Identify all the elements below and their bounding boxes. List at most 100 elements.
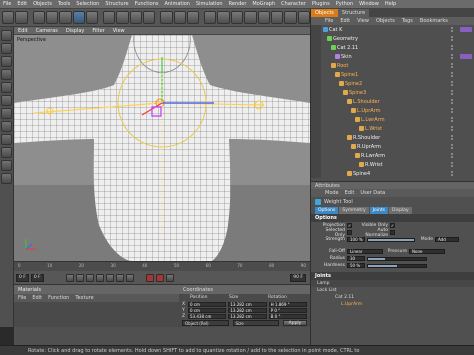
viewport-menu-edit[interactable]: Edit [18, 28, 28, 34]
goto-start-icon[interactable] [65, 273, 74, 282]
cube-icon[interactable] [204, 11, 217, 24]
radius-field[interactable]: 30 [347, 256, 365, 261]
lock-workplane-icon[interactable] [1, 173, 12, 184]
apply-button[interactable]: Apply [283, 320, 307, 326]
visibility-dots-icon[interactable] [451, 162, 453, 167]
nurbs-icon[interactable] [230, 11, 244, 24]
attr-menu-mode[interactable]: Mode [325, 190, 339, 196]
visibility-dots-icon[interactable] [451, 108, 453, 113]
rotation-p-field[interactable]: P 0 ° [268, 307, 307, 313]
menu-functions[interactable]: Functions [135, 1, 159, 7]
object-row[interactable]: Spine1 [311, 70, 474, 79]
lock-list-item[interactable]: Cat 2.11 [335, 295, 354, 300]
strength-field[interactable]: 100 % [347, 237, 365, 242]
render-view-icon[interactable] [160, 11, 173, 24]
object-name[interactable]: L.Shoulder [353, 99, 380, 105]
viewport-menu-display[interactable]: Display [66, 28, 84, 34]
visibility-dots-icon[interactable] [451, 99, 453, 104]
materials-menu-function[interactable]: Function [48, 295, 69, 301]
menu-edit[interactable]: Edit [17, 1, 27, 7]
object-name[interactable]: R.LwrArm [361, 153, 385, 159]
visibility-dots-icon[interactable] [451, 135, 453, 140]
object-row[interactable]: Root [311, 61, 474, 70]
visibility-dots-icon[interactable] [451, 54, 453, 59]
selected-only-checkbox[interactable] [347, 230, 352, 235]
position-x-field[interactable]: 0 cm [188, 301, 227, 307]
x-axis-icon[interactable] [103, 11, 116, 24]
deformer-icon[interactable] [257, 11, 270, 24]
om-menu-tags[interactable]: Tags [402, 18, 413, 24]
object-row[interactable]: Spine4 [311, 169, 474, 178]
end-frame-field[interactable]: 90 F [290, 273, 306, 282]
object-name[interactable]: L.LwrArm [361, 117, 385, 123]
auto-normalize-checkbox[interactable] [390, 230, 395, 235]
object-row[interactable]: R.Shoulder [311, 133, 474, 142]
spline-pen-icon[interactable] [217, 11, 230, 24]
object-row[interactable]: L.Shoulder [311, 97, 474, 106]
object-row[interactable]: R.Wrist [311, 160, 474, 169]
prev-frame-icon[interactable] [85, 273, 94, 282]
visibility-dots-icon[interactable] [451, 126, 453, 131]
materials-panel[interactable]: File Edit Function Texture [14, 294, 179, 327]
visibility-dots-icon[interactable] [451, 171, 453, 176]
goto-end-icon[interactable] [125, 273, 134, 282]
object-name[interactable]: Spine2 [345, 81, 362, 87]
options-section[interactable]: Options [311, 214, 474, 222]
om-menu-view[interactable]: View [357, 18, 369, 24]
live-select-icon[interactable] [32, 11, 45, 24]
pressure-select[interactable]: None [409, 249, 445, 254]
strength-slider[interactable] [367, 237, 415, 242]
object-name[interactable]: R.Shoulder [353, 135, 380, 141]
autokey-icon[interactable] [155, 273, 164, 282]
edges-mode-icon[interactable] [1, 95, 12, 106]
render-picture-viewer-icon[interactable] [173, 11, 186, 24]
snap-icon[interactable] [1, 147, 12, 158]
object-tag-icon[interactable] [460, 27, 472, 32]
mode-select[interactable]: Add [435, 237, 459, 242]
viewport-menu-filter[interactable]: Filter [92, 28, 104, 34]
visibility-dots-icon[interactable] [451, 117, 453, 122]
object-row[interactable]: L.LwrArm [311, 115, 474, 124]
make-editable-icon[interactable] [1, 30, 12, 41]
object-row[interactable]: Cat K [311, 25, 474, 34]
visibility-dots-icon[interactable] [451, 153, 453, 158]
menu-selection[interactable]: Selection [76, 1, 99, 7]
tab-objects[interactable]: Objects [311, 9, 338, 17]
prev-key-icon[interactable] [75, 273, 84, 282]
radius-slider[interactable] [367, 256, 427, 261]
object-tag-icon[interactable] [460, 54, 472, 59]
joints-section[interactable]: Joints [311, 272, 474, 280]
om-menu-file[interactable]: File [325, 18, 333, 24]
om-menu-bookmarks[interactable]: Bookmarks [420, 18, 448, 24]
object-name[interactable]: Spine3 [349, 90, 366, 96]
object-name[interactable]: L.UprArm [357, 108, 381, 114]
object-name[interactable]: R.Wrist [365, 162, 383, 168]
size-y-field[interactable]: 13.282 cm [228, 307, 267, 313]
object-name[interactable]: Spine1 [341, 72, 358, 78]
recent-tool-icon[interactable] [85, 11, 99, 24]
floor-icon[interactable] [270, 11, 284, 24]
materials-menu-texture[interactable]: Texture [75, 295, 93, 301]
menu-character[interactable]: Character [281, 1, 306, 7]
object-row[interactable]: R.UprArm [311, 142, 474, 151]
visibility-dots-icon[interactable] [451, 63, 453, 68]
materials-menu-edit[interactable]: Edit [32, 295, 42, 301]
menu-render[interactable]: Render [229, 1, 247, 7]
current-frame-field[interactable]: 0 F [30, 273, 44, 282]
record-icon[interactable] [145, 273, 154, 282]
redo-icon[interactable] [15, 11, 28, 24]
object-row[interactable]: L.UprArm [311, 106, 474, 115]
rotation-b-field[interactable]: B 0 ° [268, 313, 307, 319]
menu-python[interactable]: Python [336, 1, 353, 7]
visibility-dots-icon[interactable] [451, 45, 453, 50]
array-icon[interactable] [244, 11, 257, 24]
rotation-h-field[interactable]: H 1.869 ° [268, 301, 307, 307]
texture-mode-icon[interactable] [1, 56, 12, 67]
polygons-mode-icon[interactable] [1, 108, 12, 119]
attr-menu-userdata[interactable]: User Data [360, 190, 385, 196]
perspective-viewport[interactable]: Perspective [14, 35, 310, 261]
subtab-options[interactable]: Options [315, 206, 339, 214]
menu-simulation[interactable]: Simulation [196, 1, 223, 7]
move-icon[interactable] [45, 11, 59, 24]
play-icon[interactable] [95, 273, 104, 282]
